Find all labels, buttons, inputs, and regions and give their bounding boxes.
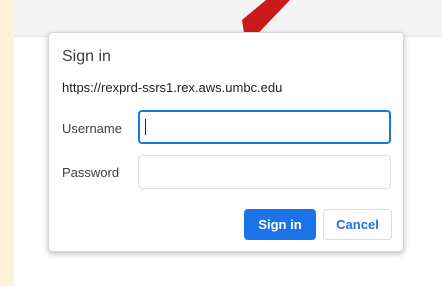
- text-cursor: [145, 119, 146, 135]
- username-label: Username: [62, 121, 122, 136]
- site-url: https://rexprd-ssrs1.rex.aws.umbc.edu: [62, 80, 283, 95]
- password-field[interactable]: [138, 155, 391, 189]
- password-label: Password: [62, 165, 120, 180]
- sign-in-button[interactable]: Sign in: [244, 209, 316, 240]
- dialog-title: Sign in: [62, 48, 111, 65]
- username-field[interactable]: [138, 110, 391, 144]
- cancel-button[interactable]: Cancel: [323, 209, 392, 240]
- sign-in-dialog: Sign in https://rexprd-ssrs1.rex.aws.umb…: [48, 32, 404, 252]
